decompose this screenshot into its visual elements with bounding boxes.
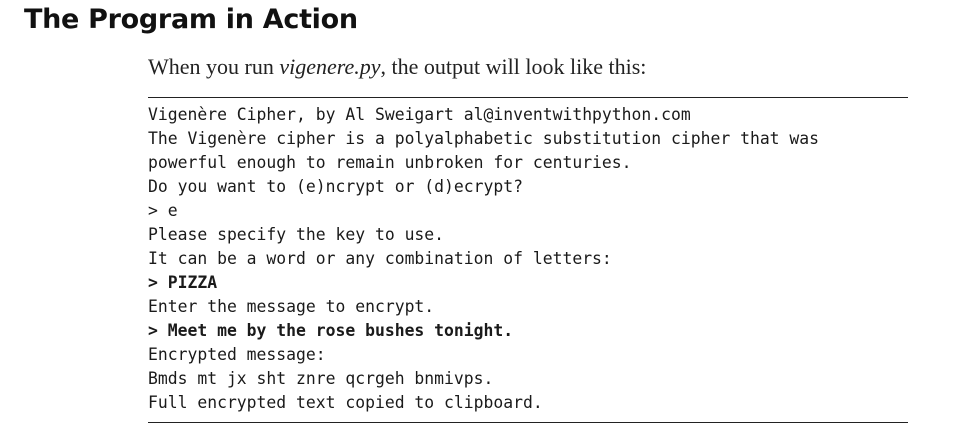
output-line-description-1: The Vigenère cipher is a polyalphabetic … bbox=[148, 129, 820, 148]
program-output-listing: Vigenère Cipher, by Al Sweigart al@inven… bbox=[148, 103, 819, 415]
output-line-key-prompt-2: It can be a word or any combination of l… bbox=[148, 249, 612, 268]
program-filename: vigenere.py bbox=[279, 54, 381, 79]
section-heading: The Program in Action bbox=[24, 4, 358, 35]
intro-paragraph: When you run vigenere.py, the output wil… bbox=[148, 54, 646, 80]
output-line-description-2: powerful enough to remain unbroken for c… bbox=[148, 153, 632, 172]
intro-text-after: , the output will look like this: bbox=[380, 54, 647, 79]
output-line-key-prompt-1: Please specify the key to use. bbox=[148, 225, 445, 244]
output-line-banner: Vigenère Cipher, by Al Sweigart al@inven… bbox=[148, 105, 691, 124]
output-line-message-input: > Meet me by the rose bushes tonight. bbox=[148, 321, 514, 340]
output-line-clipboard-notice: Full encrypted text copied to clipboard. bbox=[148, 393, 543, 412]
output-line-ciphertext: Bmds mt jx sht znre qcrgeh bnmivps. bbox=[148, 369, 494, 388]
intro-text-before: When you run bbox=[148, 54, 280, 79]
output-line-key-input: > PIZZA bbox=[148, 273, 218, 292]
listing-top-rule bbox=[148, 97, 908, 98]
listing-bottom-rule bbox=[148, 422, 908, 423]
output-line-message-prompt: Enter the message to encrypt. bbox=[148, 297, 435, 316]
output-line-mode-prompt: Do you want to (e)ncrypt or (d)ecrypt? bbox=[148, 177, 523, 196]
output-line-mode-answer: > e bbox=[148, 201, 178, 220]
output-line-result-label: Encrypted message: bbox=[148, 345, 326, 364]
